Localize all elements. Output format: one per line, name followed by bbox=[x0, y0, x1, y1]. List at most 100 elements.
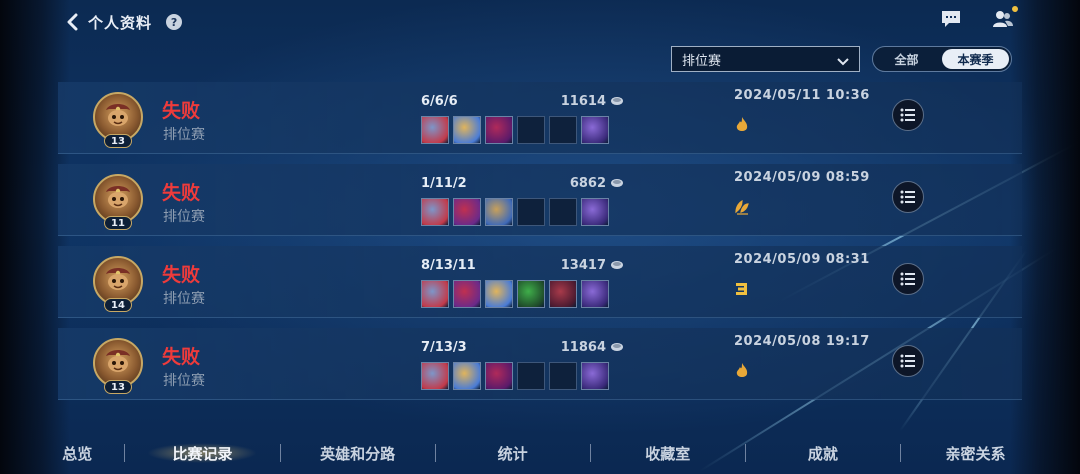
hero-portrait-icon bbox=[106, 350, 130, 372]
item-tank-helm-icon[interactable] bbox=[421, 198, 449, 226]
coin-icon bbox=[611, 97, 623, 105]
flame-icon bbox=[734, 116, 750, 134]
item-purple-boots-icon[interactable] bbox=[581, 116, 609, 144]
friends-icon[interactable] bbox=[992, 6, 1018, 30]
page-title: 个人资料 bbox=[88, 13, 153, 32]
match-detail-button[interactable] bbox=[892, 263, 924, 295]
empty-item-slot bbox=[549, 198, 577, 226]
match-result: 失败 bbox=[162, 346, 201, 368]
match-mode: 排位赛 bbox=[163, 127, 205, 143]
empty-item-slot bbox=[517, 362, 545, 390]
bottom-nav-tab[interactable]: 英雄和分路 bbox=[281, 443, 435, 464]
hero-avatar[interactable]: 14 bbox=[93, 256, 143, 312]
bottom-nav-tab[interactable]: 比赛记录 bbox=[125, 443, 279, 464]
back-arrow-icon[interactable] bbox=[66, 12, 80, 32]
match-detail-button[interactable] bbox=[892, 99, 924, 131]
hero-level-badge: 14 bbox=[104, 298, 132, 312]
kda-score: 1/11/2 bbox=[421, 176, 467, 191]
item-orb-gear-icon[interactable] bbox=[453, 116, 481, 144]
item-build bbox=[421, 198, 609, 226]
match-mode: 排位赛 bbox=[163, 373, 205, 389]
empty-item-slot bbox=[517, 198, 545, 226]
season-all-tab[interactable]: 全部 bbox=[873, 47, 940, 71]
rank-three-icon bbox=[734, 280, 750, 298]
hero-level-badge: 13 bbox=[104, 134, 132, 148]
match-datetime: 2024/05/09 08:31 bbox=[734, 252, 870, 267]
kda-score: 7/13/3 bbox=[421, 340, 467, 355]
bottom-nav-label: 统计 bbox=[497, 444, 528, 463]
list-icon bbox=[900, 108, 915, 122]
bottom-nav-label: 收藏室 bbox=[645, 444, 691, 463]
empty-item-slot bbox=[517, 116, 545, 144]
item-orb-gear-icon[interactable] bbox=[453, 362, 481, 390]
gold-amount: 13417 bbox=[560, 258, 606, 273]
match-result: 失败 bbox=[162, 100, 201, 122]
match-result: 失败 bbox=[162, 264, 201, 286]
match-row[interactable]: 14 失败 排位赛 8/13/11 13417 2024/05/09 08:31 bbox=[58, 246, 1022, 318]
bottom-nav-tab[interactable]: 亲密关系 bbox=[901, 443, 1050, 464]
coin-icon bbox=[611, 261, 623, 269]
hero-avatar[interactable]: 13 bbox=[93, 92, 143, 148]
item-crimson-claw-icon[interactable] bbox=[485, 362, 513, 390]
item-tank-helm-icon[interactable] bbox=[421, 280, 449, 308]
empty-item-slot bbox=[549, 362, 577, 390]
match-mode: 排位赛 bbox=[163, 291, 205, 307]
item-crimson-blade-icon[interactable] bbox=[453, 280, 481, 308]
bottom-nav-label: 比赛记录 bbox=[172, 444, 233, 463]
item-crimson-claw-icon[interactable] bbox=[485, 116, 513, 144]
bottom-nav-tab[interactable]: 收藏室 bbox=[591, 443, 745, 464]
season-toggle: 全部 本赛季 bbox=[872, 46, 1012, 72]
gold-amount: 6862 bbox=[569, 176, 606, 191]
item-purple-boots-icon[interactable] bbox=[581, 362, 609, 390]
bottom-nav-label: 总览 bbox=[62, 444, 93, 463]
chat-icon[interactable] bbox=[940, 8, 962, 30]
item-crimson-blade-icon[interactable] bbox=[453, 198, 481, 226]
item-build bbox=[421, 280, 609, 308]
match-mode: 排位赛 bbox=[163, 209, 205, 225]
match-result: 失败 bbox=[162, 182, 201, 204]
kda-score: 8/13/11 bbox=[421, 258, 476, 273]
match-detail-button[interactable] bbox=[892, 345, 924, 377]
leaf-icon bbox=[734, 198, 750, 216]
bottom-nav-tab[interactable]: 统计 bbox=[436, 443, 590, 464]
hero-portrait-icon bbox=[106, 186, 130, 208]
bottom-nav-label: 英雄和分路 bbox=[320, 444, 396, 463]
match-row[interactable]: 13 失败 排位赛 6/6/6 11614 2024/05/11 10:36 bbox=[58, 82, 1022, 154]
mode-dropdown-value: 排位赛 bbox=[682, 53, 722, 69]
bottom-nav-label: 成就 bbox=[807, 444, 838, 463]
gold-amount: 11864 bbox=[560, 340, 606, 355]
coin-icon bbox=[611, 343, 623, 351]
match-row[interactable]: 11 失败 排位赛 1/11/2 6862 2024/05/09 08:59 bbox=[58, 164, 1022, 236]
kda-score: 6/6/6 bbox=[421, 94, 458, 109]
bottom-nav-label: 亲密关系 bbox=[945, 444, 1006, 463]
item-orb-gear-icon[interactable] bbox=[485, 280, 513, 308]
item-build bbox=[421, 362, 609, 390]
item-tank-helm-icon[interactable] bbox=[421, 362, 449, 390]
match-list: 13 失败 排位赛 6/6/6 11614 2024/05/11 10:36 1… bbox=[58, 82, 1022, 410]
bottom-nav: 总览 比赛记录 英雄和分路 统计 收藏室 成就 亲密关系 bbox=[30, 438, 1050, 468]
bottom-nav-tab[interactable]: 成就 bbox=[746, 443, 900, 464]
chevron-down-icon bbox=[837, 55, 849, 66]
empty-item-slot bbox=[549, 116, 577, 144]
gold-amount: 11614 bbox=[560, 94, 606, 109]
hero-level-badge: 11 bbox=[104, 216, 132, 230]
coin-icon bbox=[611, 179, 623, 187]
bottom-nav-tab[interactable]: 总览 bbox=[30, 443, 124, 464]
item-purple-boots-icon[interactable] bbox=[581, 280, 609, 308]
season-current-tab[interactable]: 本赛季 bbox=[942, 49, 1009, 69]
match-row[interactable]: 13 失败 排位赛 7/13/3 11864 2024/05/08 19:17 bbox=[58, 328, 1022, 400]
item-purple-boots-icon[interactable] bbox=[581, 198, 609, 226]
item-scroll-gear-icon[interactable] bbox=[485, 198, 513, 226]
match-detail-button[interactable] bbox=[892, 181, 924, 213]
item-tank-helm-icon[interactable] bbox=[421, 116, 449, 144]
item-green-orb-icon[interactable] bbox=[517, 280, 545, 308]
hero-avatar[interactable]: 13 bbox=[93, 338, 143, 394]
mode-dropdown[interactable]: 排位赛 bbox=[671, 46, 860, 72]
item-crimson-hat-icon[interactable] bbox=[549, 280, 577, 308]
match-datetime: 2024/05/09 08:59 bbox=[734, 170, 870, 185]
list-icon bbox=[900, 354, 915, 368]
hero-avatar[interactable]: 11 bbox=[93, 174, 143, 230]
notification-dot bbox=[1012, 6, 1018, 12]
help-icon[interactable]: ? bbox=[166, 14, 183, 30]
hero-portrait-icon bbox=[106, 104, 130, 126]
